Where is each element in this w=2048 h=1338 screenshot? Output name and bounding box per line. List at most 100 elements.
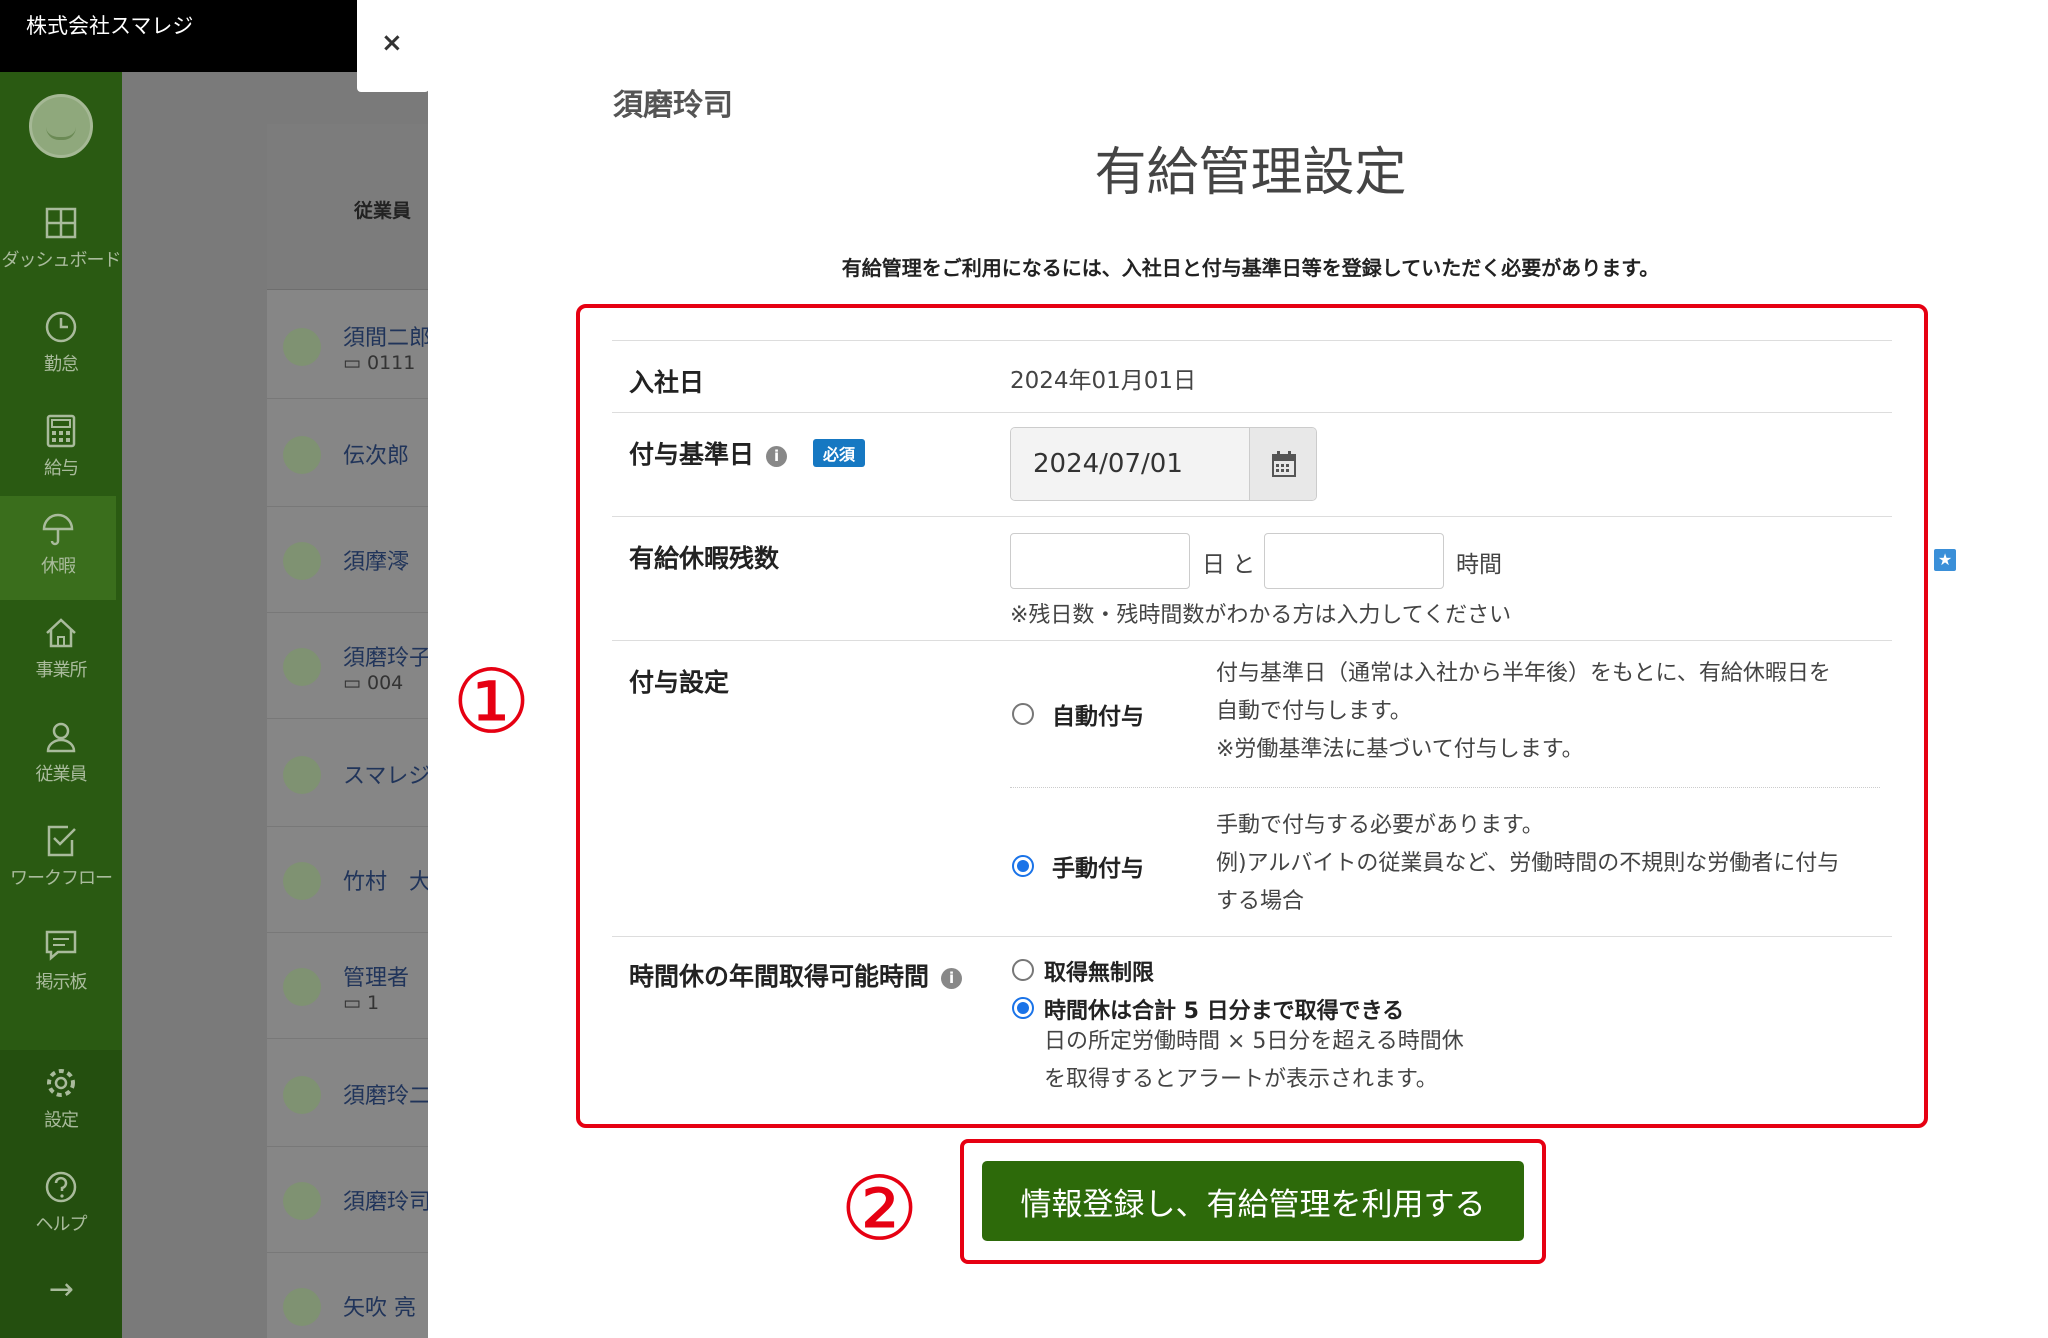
company-name: 株式会社スマレジ [26,14,194,38]
employee-name[interactable]: 須磨玲子 [343,640,431,672]
sidebar-item-label: 休暇 [41,556,76,577]
manual-grant-radio[interactable] [1012,855,1034,877]
employee-name[interactable]: 須磨玲司 [343,1184,431,1216]
submit-button[interactable]: 情報登録し、有給管理を利用する [982,1161,1524,1241]
umbrella-icon [42,513,74,546]
divider [1010,787,1880,788]
limited-label[interactable]: 時間休は合計 5 日分まで取得できる [1044,993,1404,1025]
sidebar-lower: 設定 ヘルプ → [0,1050,122,1338]
remaining-leave-label: 有給休暇残数 [629,544,780,573]
info-icon[interactable]: i [766,446,788,467]
sidebar-expand-button[interactable]: → [0,1266,122,1326]
table-row[interactable]: 矢吹 亮 [267,1252,428,1338]
calendar-button[interactable] [1249,428,1316,500]
grant-date-input[interactable] [1011,428,1249,500]
join-date-label: 入社日 [629,368,705,397]
sidebar-item-label: 従業員 [35,764,88,785]
id-card-icon: ▭ [343,992,361,1014]
sidebar-item-attendance[interactable]: 勤怠 [0,294,122,398]
hours-unit-label: 時間 [1456,552,1502,578]
manual-grant-desc-1: 手動で付与する必要があります。 [1216,813,1544,838]
user-avatar[interactable] [29,94,93,158]
person-icon [46,722,76,753]
employee-column-header: 従業員 [354,200,412,222]
annotation-number-2: ② [840,1157,919,1260]
remaining-days-input[interactable] [1010,533,1190,589]
id-card-icon: ▭ [343,672,361,694]
unlimited-radio[interactable] [1012,959,1034,981]
modal-close-button[interactable]: × [357,0,429,92]
sidebar: ダッシュボード 勤怠 給与 休暇 事業所 従業員 ワークフロー 掲示板 設定 ヘ… [0,72,122,1338]
remaining-hours-input[interactable] [1264,533,1444,589]
manual-grant-desc-2: 例)アルバイトの従業員など、労働時間の不規則な労働者に付与 [1216,851,1840,876]
employee-name[interactable]: 須磨玲二 [343,1078,431,1110]
sidebar-item-employees[interactable]: 従業員 [0,704,122,808]
limited-radio[interactable] [1012,997,1034,1019]
avatar [283,756,321,794]
employee-code-value: 1 [367,992,380,1014]
employee-name-heading: 須磨玲司 [613,88,733,123]
hourly-leave-label: 時間休の年間取得可能時間 [629,962,930,991]
help-icon [45,1171,77,1203]
sidebar-item-workflow[interactable]: ワークフロー [0,808,122,912]
sidebar-item-dashboard[interactable]: ダッシュボード [0,190,122,294]
employee-name[interactable]: 竹村 大 [343,864,431,896]
grant-setting-row: 付与設定 自動付与 付与基準日（通常は入社から半年後）をもとに、有給休暇日を 自… [612,640,1892,936]
avatar [283,1076,321,1114]
sidebar-item-settings[interactable]: 設定 [0,1050,122,1154]
avatar [283,648,321,686]
auto-grant-desc-1: 付与基準日（通常は入社から半年後）をもとに、有給休暇日を [1216,661,1831,686]
sidebar-item-label: ワークフロー [10,868,113,889]
avatar [283,1182,321,1220]
sidebar-item-help[interactable]: ヘルプ [0,1154,122,1258]
employee-code-value: 0111 [367,352,416,374]
manual-grant-desc-3: する場合 [1216,889,1305,914]
avatar [283,542,321,580]
table-row[interactable]: 伝次郎 [267,400,428,507]
remaining-note: ※残日数・残時間数がわかる方は入力してください [1010,603,1512,628]
info-icon[interactable]: i [941,968,963,989]
manual-grant-label[interactable]: 手動付与 [1052,849,1144,883]
annotation-number-1: ① [452,650,531,753]
leave-settings-modal: 須磨玲司 有給管理設定 有給管理をご利用になるには、入社日と付与基準日等を登録し… [428,0,2048,1338]
table-row[interactable]: 須摩澪 [267,506,428,613]
employee-name[interactable]: 須摩澪 [343,544,409,576]
sidebar-item-leave[interactable]: 休暇 [0,496,116,600]
table-row[interactable]: 須磨玲子 ▭ 004 [267,612,431,719]
star-icon[interactable]: ★ [1934,549,1956,571]
sidebar-item-label: ダッシュボード [1,250,122,271]
hourly-leave-note-1: 日の所定労働時間 × 5日分を超える時間休 [1044,1029,1464,1054]
table-row[interactable]: 須磨玲司 [267,1146,431,1253]
table-row[interactable]: 須間二郎 ▭ 0111 [267,292,431,399]
avatar [283,968,321,1006]
sidebar-item-bulletin[interactable]: 掲示板 [0,912,122,1016]
table-row[interactable]: 管理者 ▭ 1 [267,932,428,1039]
employee-name[interactable]: 須間二郎 [343,320,431,352]
employee-name[interactable]: スマレジ [343,758,430,790]
table-row[interactable]: 竹村 大 [267,826,431,933]
calculator-icon [46,414,76,448]
employee-code: ▭ 0111 [343,352,415,374]
table-row[interactable]: 須磨玲二 [267,1040,431,1147]
lead-text: 有給管理をご利用になるには、入社日と付与基準日等を登録していただく必要があります… [841,256,1660,280]
employee-name[interactable]: 管理者 [343,960,409,992]
auto-grant-label[interactable]: 自動付与 [1052,697,1144,731]
required-badge: 必須 [813,439,866,467]
avatar [283,328,321,366]
days-unit-label: 日 と [1202,552,1256,578]
sidebar-item-payroll[interactable]: 給与 [0,398,122,502]
arrow-right-icon: → [48,1272,74,1307]
join-date-value: 2024年01月01日 [1010,368,1197,394]
employee-code: ▭ 004 [343,672,403,694]
auto-grant-radio[interactable] [1012,703,1034,725]
employee-name[interactable]: 伝次郎 [343,438,409,470]
grant-date-label: 付与基準日 [629,440,755,469]
employee-code: ▭ 1 [343,992,379,1014]
employee-name[interactable]: 矢吹 亮 [343,1290,416,1322]
table-row[interactable]: スマレジ [267,720,430,827]
close-icon: × [381,28,403,58]
clock-icon [45,311,77,343]
unlimited-label[interactable]: 取得無制限 [1044,955,1154,987]
sidebar-item-label: 事業所 [35,660,88,681]
sidebar-item-office[interactable]: 事業所 [0,600,122,704]
